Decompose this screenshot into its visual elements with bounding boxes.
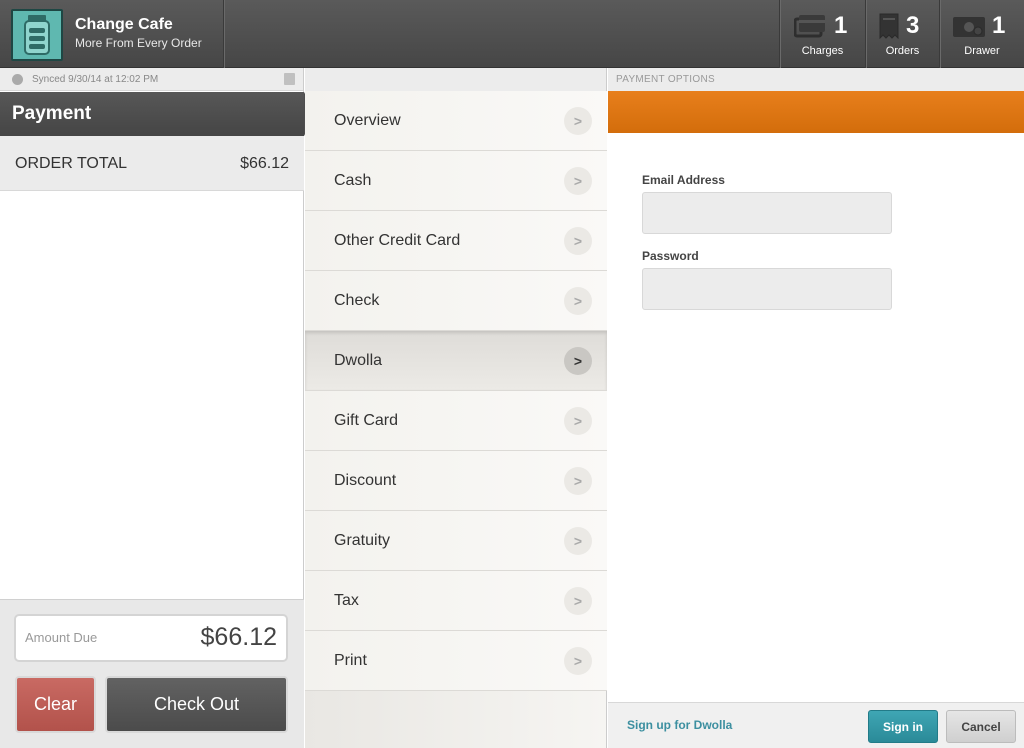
- app-name: Change Cafe: [75, 16, 173, 33]
- email-label: Email Address: [642, 173, 725, 187]
- orders-label: Orders: [885, 45, 920, 57]
- charges-label: Charges: [801, 45, 844, 57]
- chevron-right-icon: >: [564, 587, 592, 615]
- menu-item-check[interactable]: Check >: [305, 271, 607, 331]
- menu-item-discount[interactable]: Discount >: [305, 451, 607, 511]
- email-field[interactable]: [642, 192, 892, 234]
- orders-button[interactable]: 3 Orders: [866, 0, 939, 68]
- drawer-count: 1: [992, 12, 1006, 39]
- amount-due-box: Amount Due $66.12: [14, 614, 288, 662]
- chevron-right-icon: >: [564, 287, 592, 315]
- chevron-right-icon: >: [564, 467, 592, 495]
- clipboard-icon[interactable]: [284, 73, 295, 85]
- checkout-button[interactable]: Check Out: [105, 676, 288, 733]
- orders-count: 3: [906, 12, 920, 39]
- menu-item-label: Cash: [334, 172, 372, 189]
- payment-actions: Amount Due $66.12 Clear Check Out: [0, 599, 304, 748]
- menu-item-label: Gratuity: [334, 532, 391, 549]
- card-icon: [793, 14, 826, 43]
- payment-panel: Synced 9/30/14 at 12:02 PM Payment ORDER…: [0, 68, 316, 748]
- divider: [223, 0, 224, 68]
- menu-item-label: Other Credit Card: [334, 232, 461, 249]
- password-field[interactable]: [642, 268, 892, 310]
- top-bar: Change Cafe More From Every Order 1 Char…: [0, 0, 1024, 68]
- menu-item-label: Check: [334, 292, 380, 309]
- drawer-button[interactable]: 1 Drawer: [940, 0, 1024, 68]
- receipt-icon: [879, 13, 899, 44]
- charges-count: 1: [834, 12, 848, 39]
- menu-item-label: Dwolla: [334, 352, 383, 369]
- sync-bar: Synced 9/30/14 at 12:02 PM: [0, 68, 303, 91]
- menu-item-label: Discount: [334, 472, 397, 489]
- check-circle-icon: [12, 74, 23, 85]
- menu-item-dwolla[interactable]: Dwolla >: [305, 331, 607, 391]
- charges-button[interactable]: 1 Charges: [780, 0, 865, 68]
- menu-item-label: Overview: [334, 112, 401, 129]
- payment-header: Payment: [0, 92, 316, 136]
- order-total-label: ORDER TOTAL: [15, 155, 128, 172]
- chevron-right-icon: >: [564, 407, 592, 435]
- signup-link[interactable]: Sign up for Dwolla: [627, 718, 732, 732]
- payment-methods-menu: Overview > Cash > Other Credit Card > Check…: [305, 68, 607, 748]
- chevron-right-icon: >: [564, 227, 592, 255]
- signin-button[interactable]: Sign in: [868, 710, 938, 743]
- chevron-right-icon: >: [564, 527, 592, 555]
- chevron-right-icon: >: [564, 167, 592, 195]
- form-footer: Sign up for Dwolla Sign in Cancel: [608, 702, 1024, 748]
- section-title: PAYMENT OPTIONS: [616, 74, 715, 85]
- order-total-row: ORDER TOTAL $66.12: [0, 136, 304, 191]
- amount-due-label: Amount Due: [25, 630, 98, 645]
- order-total-value: $66.12: [240, 155, 289, 172]
- menu-item-print[interactable]: Print >: [305, 631, 607, 691]
- dwolla-banner: [608, 91, 1024, 133]
- jar-logo-icon: [11, 9, 63, 61]
- cash-drawer-icon: [952, 16, 986, 43]
- menu-item-gift-card[interactable]: Gift Card >: [305, 391, 607, 451]
- chevron-right-icon: >: [564, 647, 592, 675]
- menu-item-tax[interactable]: Tax >: [305, 571, 607, 631]
- menu-item-other-credit-card[interactable]: Other Credit Card >: [305, 211, 607, 271]
- menu-item-cash[interactable]: Cash >: [305, 151, 607, 211]
- sync-status: Synced 9/30/14 at 12:02 PM: [32, 74, 159, 85]
- app-tagline: More From Every Order: [75, 36, 202, 50]
- cancel-button[interactable]: Cancel: [946, 710, 1016, 743]
- password-label: Password: [642, 249, 699, 263]
- menu-item-label: Print: [334, 652, 367, 669]
- payment-options-panel: PAYMENT OPTIONS Email Address Password S…: [608, 68, 1024, 748]
- clear-button[interactable]: Clear: [15, 676, 96, 733]
- menu-item-label: Gift Card: [334, 412, 399, 429]
- chevron-right-icon: >: [564, 107, 592, 135]
- menu-item-gratuity[interactable]: Gratuity >: [305, 511, 607, 571]
- section-header: PAYMENT OPTIONS: [608, 68, 1024, 91]
- page-title: Payment: [12, 103, 92, 124]
- chevron-right-icon: >: [564, 347, 592, 375]
- drawer-label: Drawer: [964, 45, 1000, 57]
- amount-due-value: $66.12: [200, 623, 277, 651]
- menu-item-label: Tax: [334, 592, 359, 609]
- menu-item-overview[interactable]: Overview >: [305, 91, 607, 151]
